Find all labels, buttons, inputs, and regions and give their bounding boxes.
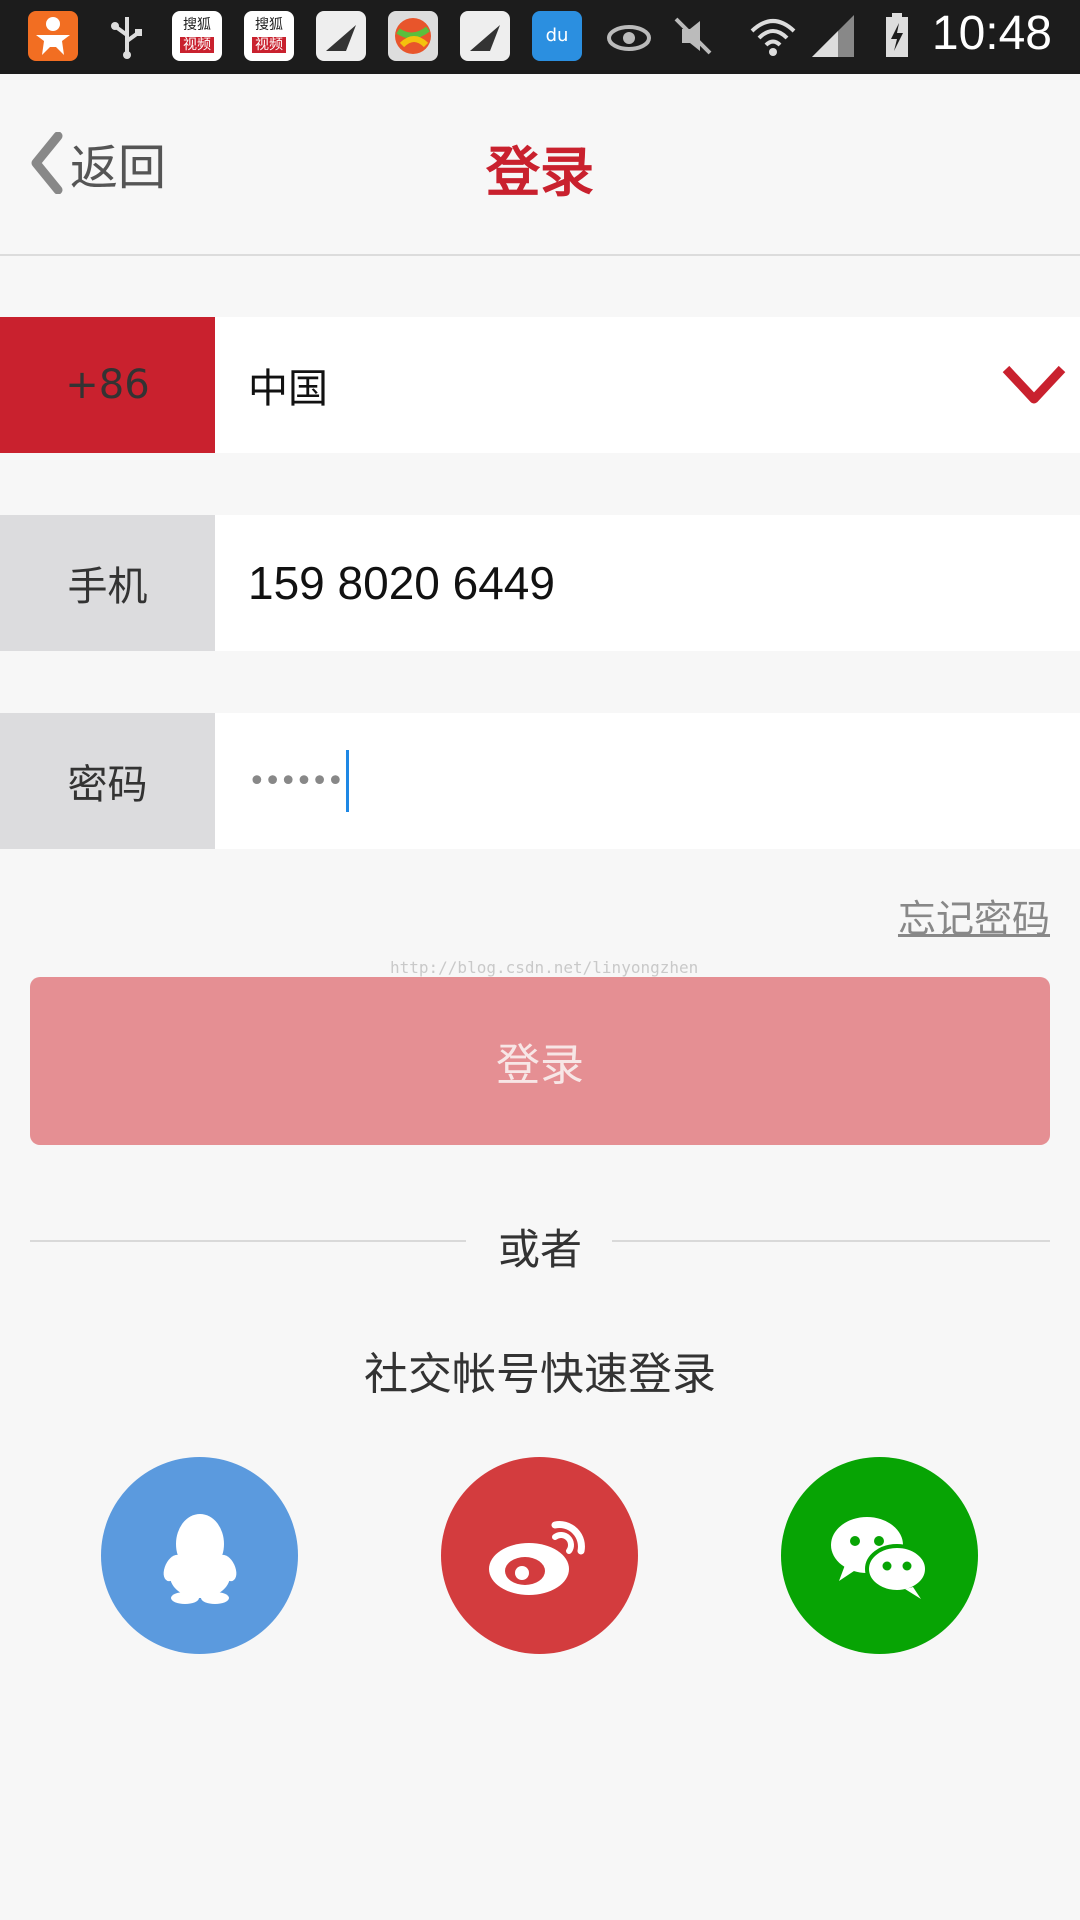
wechat-icon bbox=[830, 1516, 929, 1599]
sail-icon bbox=[460, 11, 510, 61]
sohu-label-bottom: 视频 bbox=[252, 37, 286, 53]
forgot-password-link[interactable]: 忘记密码 bbox=[898, 888, 1050, 943]
login-button[interactable]: 登录 bbox=[30, 977, 1050, 1145]
header: 返回 登录 bbox=[0, 74, 1080, 256]
status-time: 10:48 bbox=[931, 7, 1052, 60]
password-field[interactable]: 密码 •••••• bbox=[0, 713, 1080, 849]
phone-input[interactable]: 159 8020 6449 bbox=[248, 515, 555, 651]
country-name: 中国 bbox=[248, 366, 328, 412]
phone-field[interactable]: 手机 159 8020 6449 bbox=[0, 515, 1080, 651]
weibo-login-button[interactable] bbox=[441, 1457, 638, 1654]
social-login-title: 社交帐号快速登录 bbox=[364, 1349, 716, 1400]
wifi-icon bbox=[748, 11, 798, 61]
phone-label: 手机 bbox=[0, 515, 215, 651]
signal-icon bbox=[808, 11, 858, 61]
sohu-label-top: 搜狐 bbox=[183, 17, 211, 33]
sohu-label-top: 搜狐 bbox=[255, 17, 283, 33]
sohu-video-icon: 搜狐 视频 bbox=[172, 11, 222, 61]
chevron-down-icon[interactable] bbox=[1002, 361, 1066, 409]
sail-icon bbox=[316, 11, 366, 61]
wechat-login-button[interactable] bbox=[781, 1457, 978, 1654]
mute-icon bbox=[668, 11, 718, 61]
country-code: +86 bbox=[0, 317, 215, 453]
baidu-label: du bbox=[545, 25, 569, 46]
sohu-label-bottom: 视频 bbox=[180, 37, 214, 53]
password-label: 密码 bbox=[0, 713, 215, 849]
watermark: http://blog.csdn.net/linyongzhen bbox=[390, 958, 699, 977]
qq-icon bbox=[163, 1513, 236, 1604]
weibo-icon bbox=[488, 1520, 585, 1595]
app-icon bbox=[28, 11, 78, 61]
usb-icon bbox=[102, 11, 152, 61]
baidu-cloud-icon: du bbox=[532, 11, 582, 61]
password-input[interactable]: •••••• bbox=[248, 713, 350, 849]
status-bar: 搜狐视频 搜狐视频 du 10:48 bbox=[0, 0, 1080, 74]
qq-login-button[interactable] bbox=[101, 1457, 298, 1654]
battery-charging-icon bbox=[872, 11, 922, 61]
country-selector[interactable]: +86 中国 bbox=[0, 317, 1080, 453]
ball-app-icon bbox=[388, 11, 438, 61]
or-divider-text: 或者 bbox=[497, 1225, 582, 1274]
sohu-video-icon: 搜狐 视频 bbox=[244, 11, 294, 61]
divider-right bbox=[612, 1240, 1050, 1242]
text-caret bbox=[346, 750, 350, 812]
page-title: 登录 bbox=[486, 141, 594, 204]
password-value: •••••• bbox=[248, 763, 344, 799]
eye-icon bbox=[604, 11, 654, 61]
